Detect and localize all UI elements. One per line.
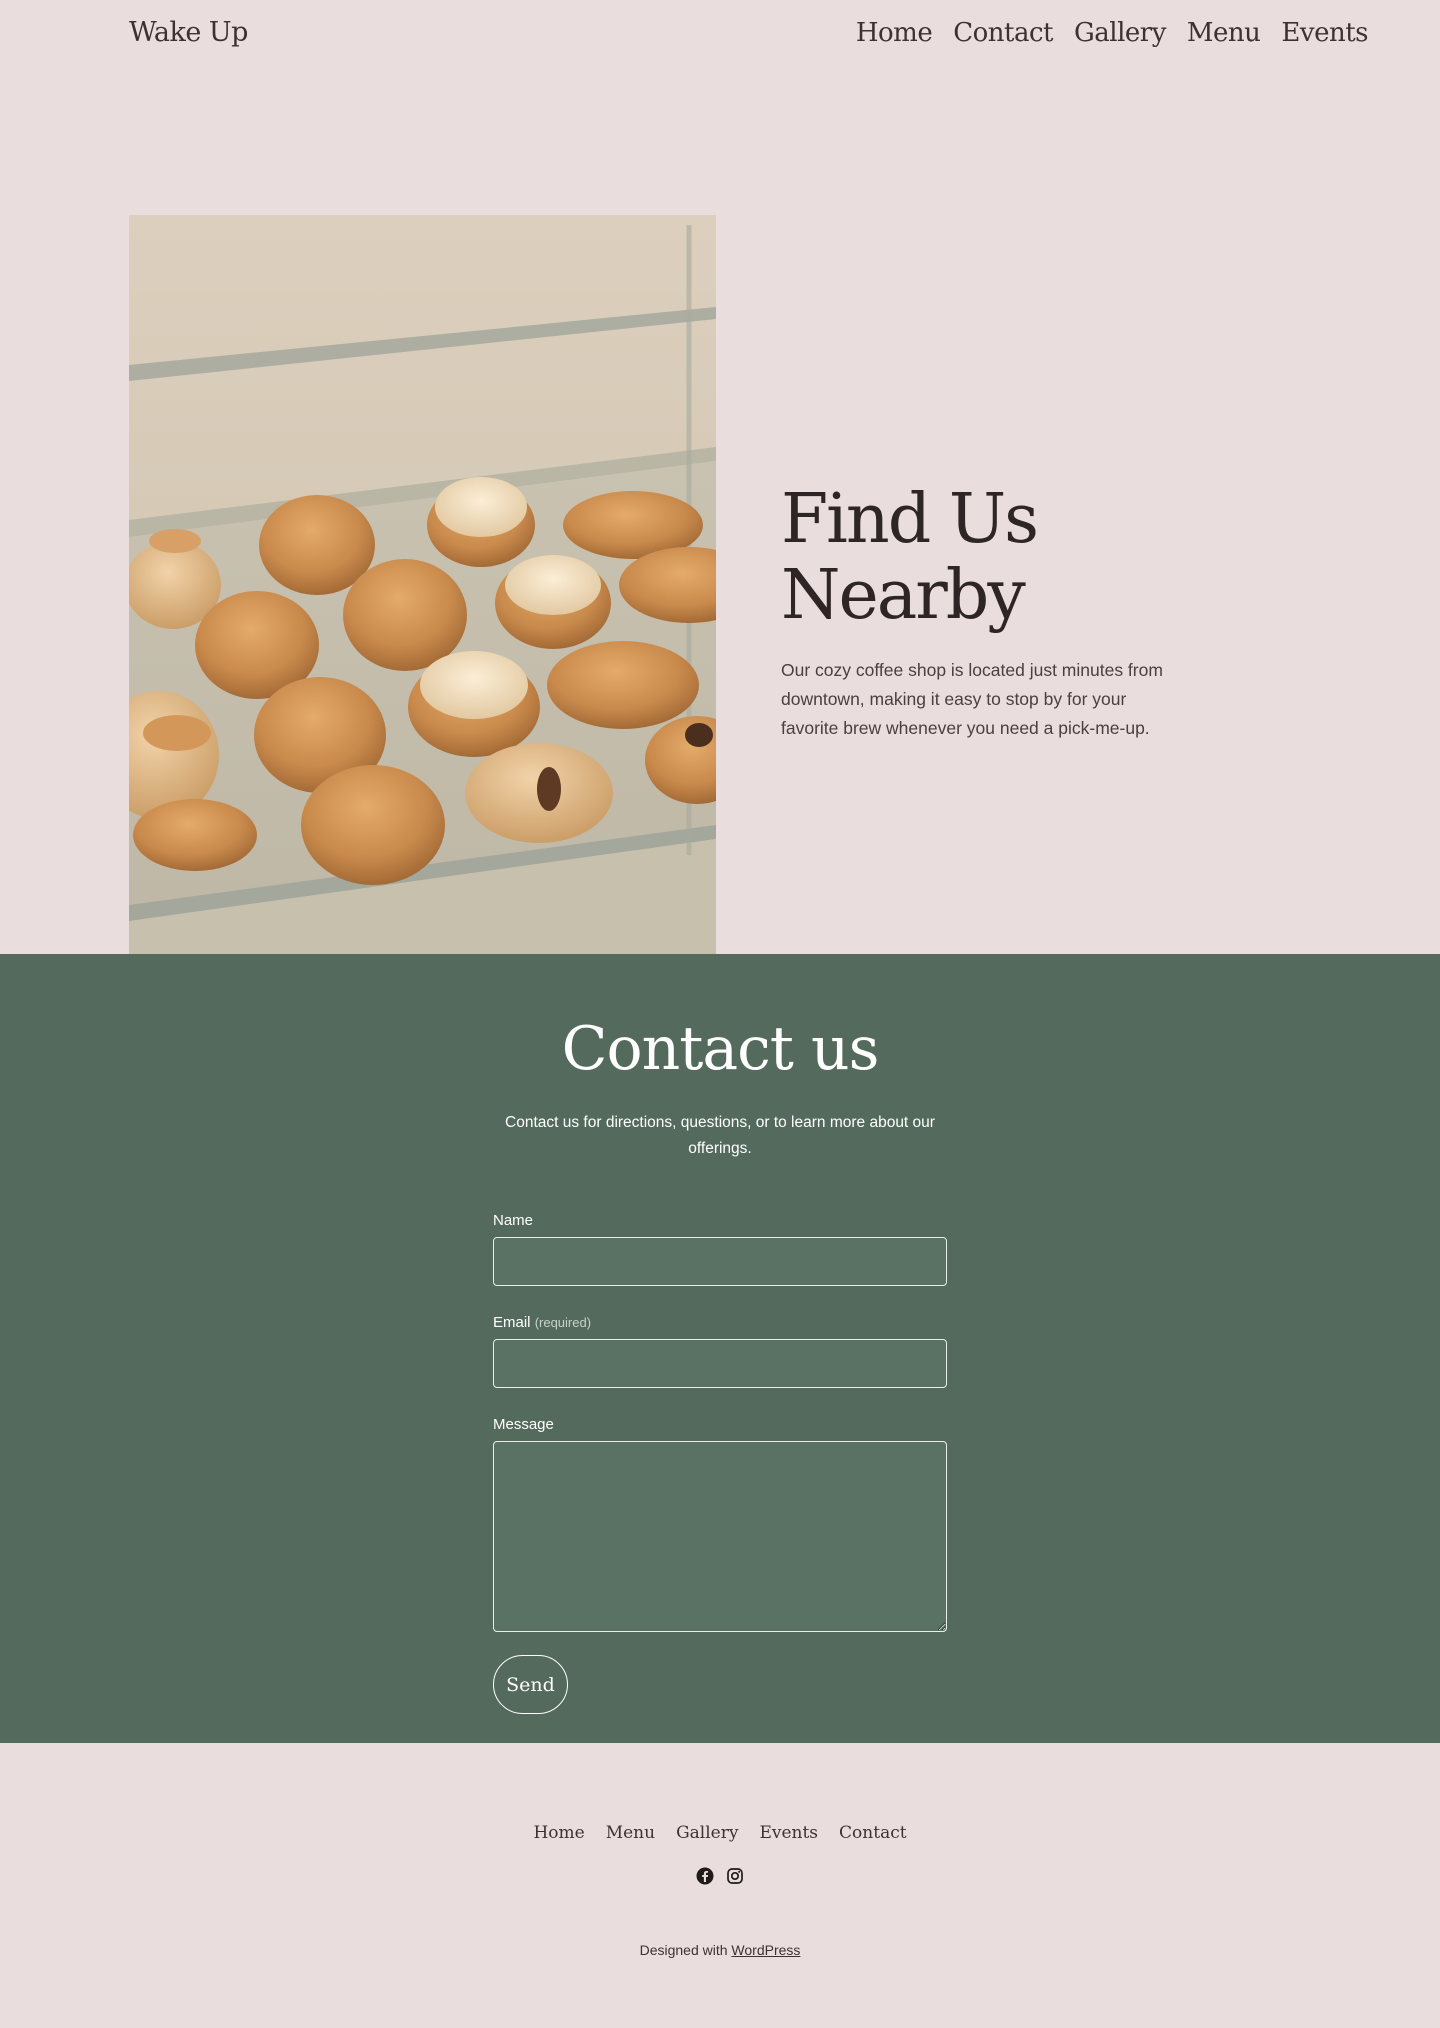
- facebook-icon[interactable]: [696, 1867, 714, 1885]
- social-links: [0, 1867, 1440, 1885]
- hero-section: Find Us Nearby Our cozy coffee shop is lo…: [0, 74, 1440, 999]
- hero-text-block: Find Us Nearby Our cozy coffee shop is lo…: [781, 482, 1201, 743]
- site-title-link[interactable]: Wake Up: [129, 17, 248, 48]
- nav-link-events[interactable]: Events: [1281, 18, 1368, 48]
- nav-link-menu[interactable]: Menu: [1187, 18, 1261, 48]
- nav-link-home[interactable]: Home: [856, 18, 933, 48]
- footer-link-contact[interactable]: Contact: [839, 1823, 907, 1843]
- hero-heading: Find Us Nearby: [781, 482, 1201, 634]
- footer-nav: Home Menu Gallery Events Contact: [0, 1823, 1440, 1843]
- nav-link-gallery[interactable]: Gallery: [1074, 18, 1166, 48]
- name-field[interactable]: [493, 1237, 947, 1286]
- footer-link-home[interactable]: Home: [533, 1823, 584, 1843]
- wordpress-link[interactable]: WordPress: [731, 1942, 800, 1958]
- email-label-text: Email: [493, 1314, 531, 1331]
- footer-link-menu[interactable]: Menu: [606, 1823, 655, 1843]
- nav-link-contact[interactable]: Contact: [953, 18, 1053, 48]
- site-header: Wake Up Home Contact Gallery Menu Events: [0, 0, 1440, 74]
- contact-description: Contact us for directions, questions, or…: [505, 1114, 935, 1157]
- message-label-text: Message: [493, 1416, 554, 1433]
- instagram-icon[interactable]: [726, 1867, 744, 1885]
- message-field[interactable]: [493, 1441, 947, 1632]
- footer-credit: Designed with WordPress: [0, 1942, 1440, 1958]
- hero-heading-line-1: Find Us: [781, 480, 1039, 559]
- name-label-text: Name: [493, 1212, 534, 1229]
- pastry-display-image: [129, 215, 716, 999]
- hero-heading-line-2: Nearby: [781, 556, 1026, 635]
- name-label: Name: [493, 1212, 533, 1229]
- footer-link-events[interactable]: Events: [759, 1823, 818, 1843]
- email-label: Email (required): [493, 1314, 591, 1331]
- hero-description: Our cozy coffee shop is located just min…: [781, 660, 1163, 738]
- email-field[interactable]: [493, 1339, 947, 1388]
- contact-heading: Contact us: [561, 1014, 880, 1084]
- contact-section: Contact us Contact us for directions, qu…: [0, 954, 1440, 1743]
- required-indicator: (required): [534, 1315, 592, 1330]
- credit-text: Designed with: [639, 1942, 732, 1958]
- main-nav: Home Contact Gallery Menu Events: [856, 18, 1369, 48]
- message-label: Message: [493, 1416, 554, 1433]
- site-footer: Home Menu Gallery Events Contact Designe…: [0, 1743, 1440, 2028]
- footer-link-gallery[interactable]: Gallery: [676, 1823, 738, 1843]
- send-button[interactable]: Send: [493, 1655, 568, 1714]
